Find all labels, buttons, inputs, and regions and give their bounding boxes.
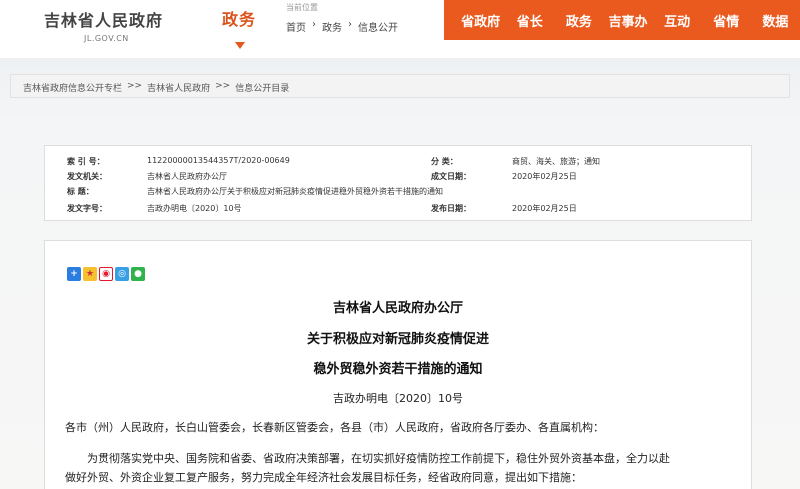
- breadcrumb-item-catalog[interactable]: 信息公开目录: [235, 81, 289, 94]
- location-crumbs: 首页 › 政务 › 信息公开: [286, 19, 398, 34]
- tencent-icon[interactable]: ◎: [115, 267, 129, 281]
- nav-item-governor[interactable]: 省长: [505, 11, 554, 30]
- category-value: 商贸、海关、旅游；通知: [512, 157, 600, 166]
- nav-item-province-info[interactable]: 省情: [702, 11, 751, 30]
- breadcrumb-separator: >>: [215, 81, 231, 91]
- plus-share-icon[interactable]: +: [67, 267, 81, 281]
- article-body-line: 做好外贸、外资企业复工复产服务，努力完成全年经济社会发展目标任务，经省政府同意，…: [65, 471, 582, 484]
- index-value: 11220000013544357T/2020-00649: [147, 156, 290, 165]
- breadcrumb-item-gov[interactable]: 吉林省人民政府: [147, 81, 210, 94]
- site-title: 吉林省人民政府: [44, 11, 164, 30]
- qzone-icon[interactable]: ★: [83, 267, 97, 281]
- crumb-separator: ›: [312, 19, 316, 30]
- issuer-label: 发文机关：: [67, 172, 107, 181]
- info-row: 标 题： 吉林省人民政府办公厅关于积极应对新冠肺炎疫情促进稳外贸稳外资若干措施的…: [45, 186, 751, 200]
- current-location: 当前位置 首页 › 政务 › 信息公开: [286, 2, 398, 34]
- title-value: 吉林省人民政府办公厅关于积极应对新冠肺炎疫情促进稳外贸稳外资若干措施的通知: [147, 187, 443, 196]
- article-content: + ★ ◉ ◎ ● 吉林省人民政府办公厅 关于积极应对新冠肺炎疫情促进 稳外贸稳…: [44, 240, 752, 489]
- article-body-line: 为贯彻落实党中央、国务院和省委、省政府决策部署，在切实抓好疫情防控工作前提下，稳…: [87, 452, 670, 465]
- section-arrow-icon: [235, 42, 245, 49]
- info-row: 发文字号： 吉政办明电〔2020〕10号 发布日期： 2020年02月25日: [45, 203, 751, 217]
- document-info-table: 索 引 号： 11220000013544357T/2020-00649 分 类…: [44, 145, 752, 221]
- location-label: 当前位置: [286, 3, 318, 12]
- site-header: 吉林省人民政府 JL.GOV.CN 政务 当前位置 首页 › 政务 › 信息公开…: [0, 0, 800, 58]
- site-logo[interactable]: 吉林省人民政府 JL.GOV.CN: [44, 7, 163, 43]
- article-heading-3: 稳外贸稳外资若干措施的通知: [313, 362, 483, 377]
- main-nav: 省政府 省长 政务 吉事办 互动 省情 数据: [444, 0, 800, 40]
- article-addressee: 各市（州）人民政府，长白山管委会，长春新区管委会，各县（市）人民政府，省政府各厅…: [65, 421, 604, 434]
- written-date-value: 2020年02月25日: [512, 172, 577, 181]
- crumb-gov[interactable]: 政务: [322, 19, 342, 34]
- issuer-value: 吉林省人民政府办公厅: [147, 172, 227, 181]
- site-url: JL.GOV.CN: [84, 34, 129, 43]
- published-date-value: 2020年02月25日: [512, 204, 577, 213]
- nav-item-interaction[interactable]: 互动: [653, 11, 702, 30]
- article-heading-1: 吉林省人民政府办公厅: [332, 301, 463, 316]
- nav-item-affairs[interactable]: 政务: [554, 11, 603, 30]
- wechat-icon[interactable]: ●: [131, 267, 145, 281]
- breadcrumb: 吉林省政府信息公开专栏 >> 吉林省人民政府 >> 信息公开目录: [10, 74, 790, 98]
- weibo-icon[interactable]: ◉: [99, 267, 113, 281]
- breadcrumb-separator: >>: [127, 81, 143, 91]
- written-date-label: 成文日期：: [431, 172, 471, 181]
- nav-item-data[interactable]: 数据: [751, 11, 800, 30]
- index-label: 索 引 号：: [67, 157, 105, 166]
- article-doc-number: 吉政办明电〔2020〕10号: [333, 392, 463, 405]
- crumb-separator: ›: [348, 19, 352, 30]
- nav-item-jishiban[interactable]: 吉事办: [603, 11, 652, 30]
- docno-value: 吉政办明电〔2020〕10号: [147, 204, 242, 213]
- docno-label: 发文字号：: [67, 204, 107, 213]
- share-toolbar: + ★ ◉ ◎ ●: [67, 267, 145, 281]
- published-date-label: 发布日期：: [431, 204, 471, 213]
- article-heading-2: 关于积极应对新冠肺炎疫情促进: [306, 332, 489, 347]
- info-row: 发文机关： 吉林省人民政府办公厅 成文日期： 2020年02月25日: [45, 171, 751, 185]
- category-label: 分 类：: [431, 157, 458, 166]
- breadcrumb-item-column[interactable]: 吉林省政府信息公开专栏: [23, 81, 122, 94]
- title-label: 标 题：: [67, 187, 94, 196]
- nav-item-province-gov[interactable]: 省政府: [456, 11, 505, 30]
- info-row: 索 引 号： 11220000013544357T/2020-00649 分 类…: [45, 156, 751, 170]
- crumb-home[interactable]: 首页: [286, 19, 306, 34]
- section-title: 政务: [222, 10, 257, 29]
- crumb-info[interactable]: 信息公开: [358, 19, 398, 34]
